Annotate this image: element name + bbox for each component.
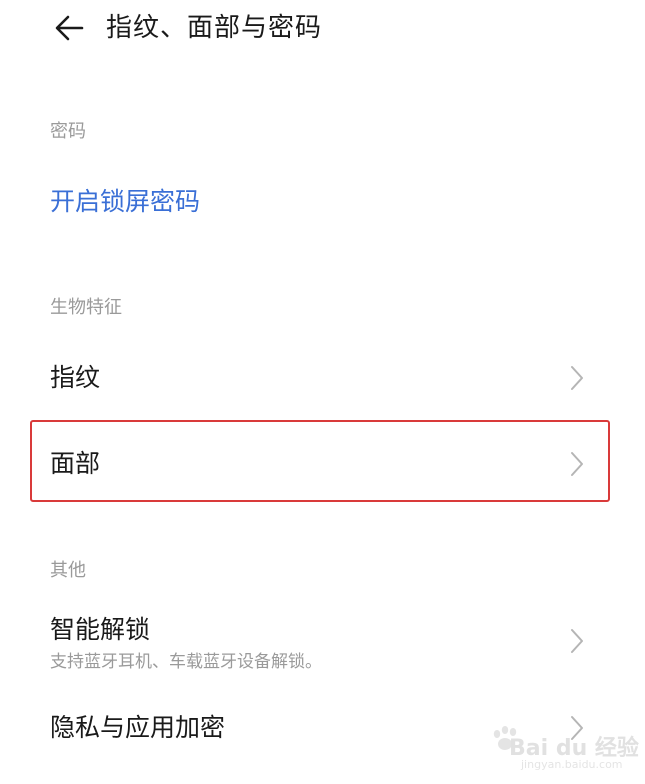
list-item-subtitle: 支持蓝牙耳机、车载蓝牙设备解锁。 [50, 652, 322, 672]
page-title: 指纹、面部与密码 [106, 13, 323, 43]
chevron-right-icon [570, 365, 584, 391]
section-header-password: 密码 [50, 121, 86, 142]
list-item-label: 面部 [50, 449, 101, 478]
app-header: 指纹、面部与密码 [0, 0, 645, 60]
chevron-right-icon [570, 451, 584, 477]
chevron-right-icon [570, 628, 584, 654]
list-item-fingerprint[interactable]: 指纹 [30, 340, 614, 416]
back-button[interactable] [50, 10, 90, 46]
list-item-label: 隐私与应用加密 [50, 713, 226, 742]
list-item-smart-unlock[interactable]: 智能解锁 支持蓝牙耳机、车载蓝牙设备解锁。 [30, 600, 614, 690]
baidu-jingyan-watermark: Bai du 经验 jingyan.baidu.com [485, 720, 639, 776]
watermark-site: jingyan.baidu.com [521, 758, 623, 771]
arrow-left-icon [55, 15, 84, 41]
list-item-face[interactable]: 面部 [30, 424, 614, 500]
section-header-biometrics: 生物特征 [50, 297, 122, 318]
section-header-other: 其他 [50, 560, 86, 581]
list-item-label: 智能解锁 [50, 615, 151, 644]
list-item-label: 指纹 [50, 363, 101, 392]
enable-lock-screen-password-link[interactable]: 开启锁屏密码 [50, 184, 200, 220]
